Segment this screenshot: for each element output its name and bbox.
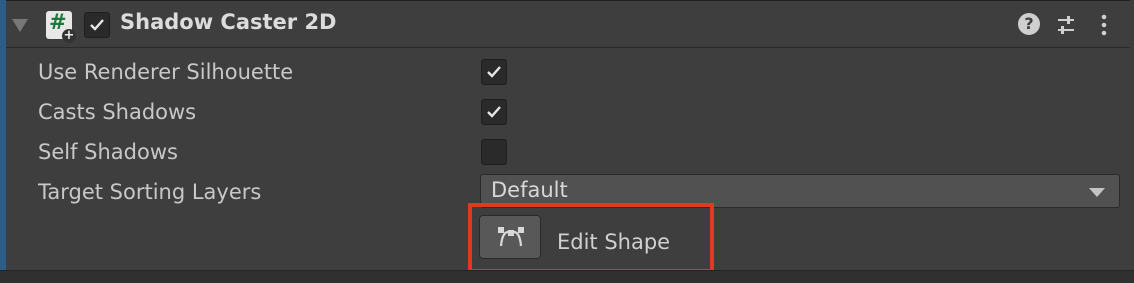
component-header[interactable]: # + Shadow Caster 2D ? <box>6 0 1130 48</box>
use-renderer-silhouette-checkbox[interactable] <box>481 59 507 85</box>
script-icon: # + <box>46 10 76 43</box>
component-enabled-checkbox[interactable] <box>84 12 110 38</box>
chevron-down-icon <box>1089 188 1105 197</box>
casts-shadows-label: Casts Shadows <box>38 100 197 124</box>
self-shadows-label: Self Shadows <box>38 140 178 164</box>
panel-bottom-border <box>0 270 1134 283</box>
help-icon[interactable]: ? <box>1018 13 1040 35</box>
foldout-arrow-icon[interactable] <box>12 19 28 32</box>
inspector-panel: # + Shadow Caster 2D ? Use Renderer Silh… <box>0 0 1134 283</box>
target-sorting-layers-label: Target Sorting Layers <box>38 180 262 204</box>
preset-icon[interactable] <box>1054 13 1078 37</box>
component-title: Shadow Caster 2D <box>120 10 337 34</box>
dropdown-value: Default <box>491 178 568 202</box>
annotation-highlight-box <box>468 203 714 273</box>
use-renderer-silhouette-label: Use Renderer Silhouette <box>38 60 294 84</box>
self-shadows-checkbox[interactable] <box>481 139 507 165</box>
kebab-menu-icon[interactable] <box>1092 13 1116 37</box>
casts-shadows-checkbox[interactable] <box>481 99 507 125</box>
